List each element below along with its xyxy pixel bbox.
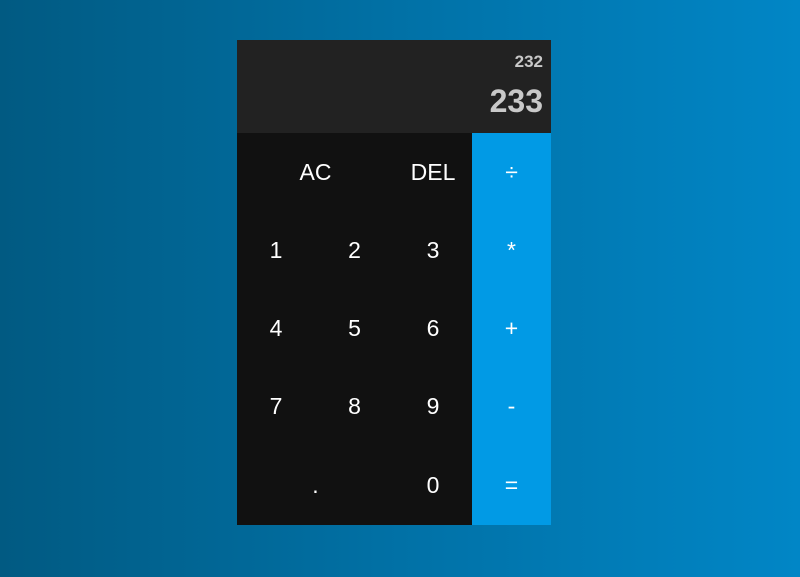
- display: 232 233: [237, 40, 551, 133]
- digit-4-button[interactable]: 4: [237, 289, 315, 367]
- digit-9-button[interactable]: 9: [394, 367, 472, 446]
- decimal-button[interactable]: .: [237, 446, 394, 525]
- digit-7-button[interactable]: 7: [237, 367, 315, 446]
- calculator: 232 233 AC DEL ÷ 1 2 3 * 4 5 6 + 7 8 9 -…: [237, 40, 551, 525]
- digit-5-button[interactable]: 5: [315, 289, 394, 367]
- clear-button[interactable]: AC: [237, 133, 394, 211]
- divide-button[interactable]: ÷: [472, 133, 551, 211]
- add-button[interactable]: +: [472, 289, 551, 367]
- subtract-button[interactable]: -: [472, 367, 551, 446]
- digit-3-button[interactable]: 3: [394, 211, 472, 289]
- equals-button[interactable]: =: [472, 446, 551, 525]
- previous-operand: 232: [514, 52, 543, 71]
- multiply-button[interactable]: *: [472, 211, 551, 289]
- digit-2-button[interactable]: 2: [315, 211, 394, 289]
- digit-6-button[interactable]: 6: [394, 289, 472, 367]
- delete-button[interactable]: DEL: [394, 133, 472, 211]
- current-operand: 233: [489, 83, 543, 119]
- digit-0-button[interactable]: 0: [394, 446, 472, 525]
- digit-1-button[interactable]: 1: [237, 211, 315, 289]
- digit-8-button[interactable]: 8: [315, 367, 394, 446]
